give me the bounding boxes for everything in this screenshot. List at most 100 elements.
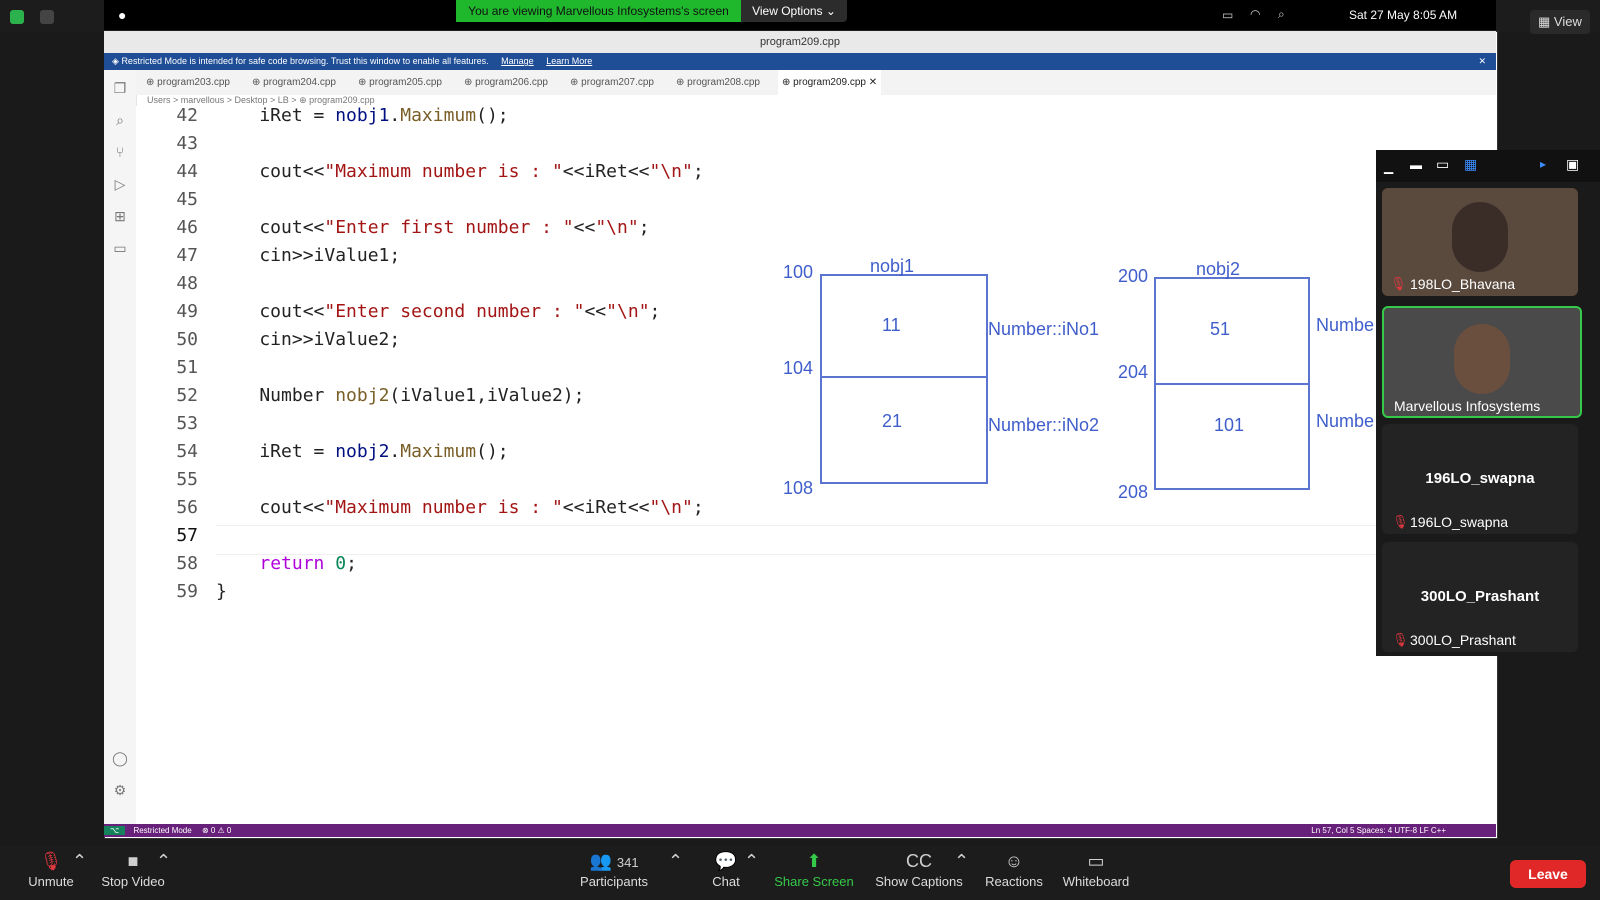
chevron-up-icon: ⌃ bbox=[668, 851, 684, 871]
avatar bbox=[1454, 324, 1510, 394]
restricted-mode-status[interactable]: Restricted Mode bbox=[133, 826, 191, 835]
code-token: "Maximum number is : " bbox=[324, 161, 563, 182]
chevron-up-icon: ⌃ bbox=[744, 851, 760, 871]
participants-label: Participants bbox=[580, 874, 648, 889]
tab-program209[interactable]: ⊕ program209.cpp ✕ bbox=[778, 70, 882, 95]
avatar bbox=[1452, 202, 1508, 272]
search-icon: ⌕ bbox=[1278, 7, 1285, 21]
code-token: "Maximum number is : " bbox=[324, 497, 563, 518]
tab-label: program205.cpp bbox=[369, 77, 442, 88]
gallery-view-icon[interactable]: ▦ bbox=[1464, 156, 1477, 173]
participant-display-name: 196LO_swapna bbox=[1425, 470, 1535, 487]
line-number: 55 bbox=[176, 469, 198, 490]
close-banner-icon[interactable]: ✕ bbox=[1478, 53, 1486, 70]
view-options-button[interactable]: View Options ⌄ bbox=[741, 0, 847, 22]
code-token: Maximum bbox=[400, 105, 477, 126]
line-number: 47 bbox=[176, 245, 198, 266]
nobj1-label: nobj1 bbox=[870, 256, 915, 276]
code-line: cout<<"Maximum number is : "<<iRet<<"\n"… bbox=[216, 161, 703, 182]
participant-tile[interactable]: 🎙 198LO_Bhavana bbox=[1382, 188, 1578, 296]
tab-program204[interactable]: ⊕ program204.cpp bbox=[248, 70, 340, 95]
view-label: View bbox=[1553, 14, 1582, 29]
chat-button[interactable]: 💬 Chat bbox=[706, 846, 746, 900]
view-options-label: View Options bbox=[752, 4, 823, 18]
remote-indicator-icon[interactable]: ⌥ bbox=[104, 826, 126, 835]
code-token: " bbox=[638, 301, 650, 322]
strip-view-icon[interactable]: ▬ bbox=[1410, 158, 1422, 172]
chat-label: Chat bbox=[712, 874, 740, 889]
participant-tile-active-speaker[interactable]: Marvellous Infosystems bbox=[1382, 306, 1582, 418]
reactions-label: Reactions bbox=[985, 874, 1043, 889]
whiteboard-label: Whiteboard bbox=[1062, 874, 1130, 889]
line-number: 48 bbox=[176, 273, 198, 294]
minimize-icon[interactable]: ▁ bbox=[1384, 160, 1393, 174]
mic-muted-icon: 🎙 bbox=[1392, 514, 1409, 529]
tab-program205[interactable]: ⊕ program205.cpp bbox=[354, 70, 446, 95]
current-line-highlight bbox=[216, 525, 1376, 555]
participants-options-caret[interactable]: ⌃ bbox=[668, 846, 684, 900]
nobj2-address-end: 208 bbox=[1118, 482, 1149, 502]
line-number: 52 bbox=[176, 385, 198, 406]
status-right-info[interactable]: Ln 57, Col 5 Spaces: 4 UTF-8 LF C++ bbox=[1311, 824, 1446, 837]
learn-more-link[interactable]: Learn More bbox=[546, 56, 592, 66]
line-number: 56 bbox=[176, 497, 198, 518]
participants-button[interactable]: 👥 341 Participants bbox=[574, 846, 654, 900]
tab-program208[interactable]: ⊕ program208.cpp bbox=[672, 70, 764, 95]
close-tab-icon[interactable]: ✕ bbox=[869, 77, 877, 88]
code-token: " bbox=[627, 217, 639, 238]
code-token: << bbox=[573, 217, 596, 238]
nobj2-value-ino2: 101 bbox=[1214, 415, 1245, 435]
participant-tile[interactable]: 300LO_Prashant 🎙 300LO_Prashant bbox=[1382, 542, 1578, 652]
tab-program206[interactable]: ⊕ program206.cpp bbox=[460, 70, 552, 95]
code-token: (); bbox=[476, 441, 509, 462]
share-screen-label: Share Screen bbox=[774, 874, 854, 889]
tab-program203[interactable]: ⊕ program203.cpp bbox=[142, 70, 234, 95]
tab-program207[interactable]: ⊕ program207.cpp bbox=[566, 70, 658, 95]
video-options-caret[interactable]: ⌃ bbox=[156, 846, 172, 900]
account-icon[interactable]: ◯ bbox=[112, 750, 128, 766]
problems-status[interactable]: ⊗ 0 ⚠ 0 bbox=[202, 826, 231, 835]
tab-label: program203.cpp bbox=[157, 77, 230, 88]
security-shield-icon[interactable] bbox=[10, 10, 24, 24]
mic-muted-icon: 🎙 bbox=[1390, 276, 1407, 291]
share-screen-button[interactable]: ⬆ Share Screen bbox=[772, 846, 856, 900]
leave-button[interactable]: Leave bbox=[1510, 860, 1586, 888]
line-number: 59 bbox=[176, 581, 198, 602]
show-captions-button[interactable]: CC Show Captions bbox=[872, 846, 966, 900]
source-control-icon[interactable]: ⑂ bbox=[112, 144, 128, 160]
search-icon[interactable]: ⌕ bbox=[112, 112, 128, 128]
window-mode-icon[interactable]: ▣ bbox=[1566, 156, 1579, 173]
reactions-button[interactable]: ☺ Reactions bbox=[982, 846, 1046, 900]
extensions-icon[interactable]: ⊞ bbox=[112, 208, 128, 224]
remote-icon[interactable]: ▭ bbox=[112, 240, 128, 256]
status-bar: ⌥ Restricted Mode ⊗ 0 ⚠ 0 Ln 57, Col 5 S… bbox=[104, 824, 1496, 837]
code-token: cin>>iValue2; bbox=[216, 329, 401, 350]
code-token: <<iRet<< bbox=[562, 161, 650, 182]
view-button[interactable]: ▦ View bbox=[1530, 10, 1590, 34]
line-number-active: 57 bbox=[176, 525, 198, 546]
code-line: cout<<"Enter first number : "<<"\n"; bbox=[216, 217, 649, 238]
record-icon[interactable] bbox=[40, 10, 54, 24]
code-line: return 0; bbox=[216, 553, 357, 574]
code-line: cout<<"Enter second number : "<<"\n"; bbox=[216, 301, 660, 322]
nobj2-field-label-ino2: Numbe bbox=[1316, 411, 1375, 431]
whiteboard-button[interactable]: ▭ Whiteboard bbox=[1060, 846, 1132, 900]
manage-link[interactable]: Manage bbox=[501, 56, 534, 66]
next-page-icon[interactable]: ▸ bbox=[1540, 157, 1546, 171]
chevron-up-icon: ⌃ bbox=[156, 851, 172, 871]
settings-gear-icon[interactable]: ⚙ bbox=[112, 782, 128, 798]
audio-options-caret[interactable]: ⌃ bbox=[72, 846, 87, 900]
participant-tile[interactable]: 196LO_swapna 🎙 196LO_swapna bbox=[1382, 424, 1578, 534]
chat-options-caret[interactable]: ⌃ bbox=[744, 846, 760, 900]
participant-display-name: 300LO_Prashant bbox=[1420, 588, 1540, 605]
window-title: program209.cpp bbox=[104, 31, 1496, 53]
code-line: cin>>iValue2; bbox=[216, 329, 400, 350]
restricted-message: Restricted Mode is intended for safe cod… bbox=[121, 56, 489, 66]
speaker-view-icon[interactable]: ▭ bbox=[1436, 156, 1449, 173]
code-token: " bbox=[649, 161, 661, 182]
explorer-icon[interactable]: ❐ bbox=[112, 80, 128, 96]
nobj1-address-start: 100 bbox=[783, 262, 814, 282]
line-number: 46 bbox=[176, 217, 198, 238]
run-debug-icon[interactable]: ▷ bbox=[112, 176, 128, 192]
captions-options-caret[interactable]: ⌃ bbox=[954, 846, 969, 900]
